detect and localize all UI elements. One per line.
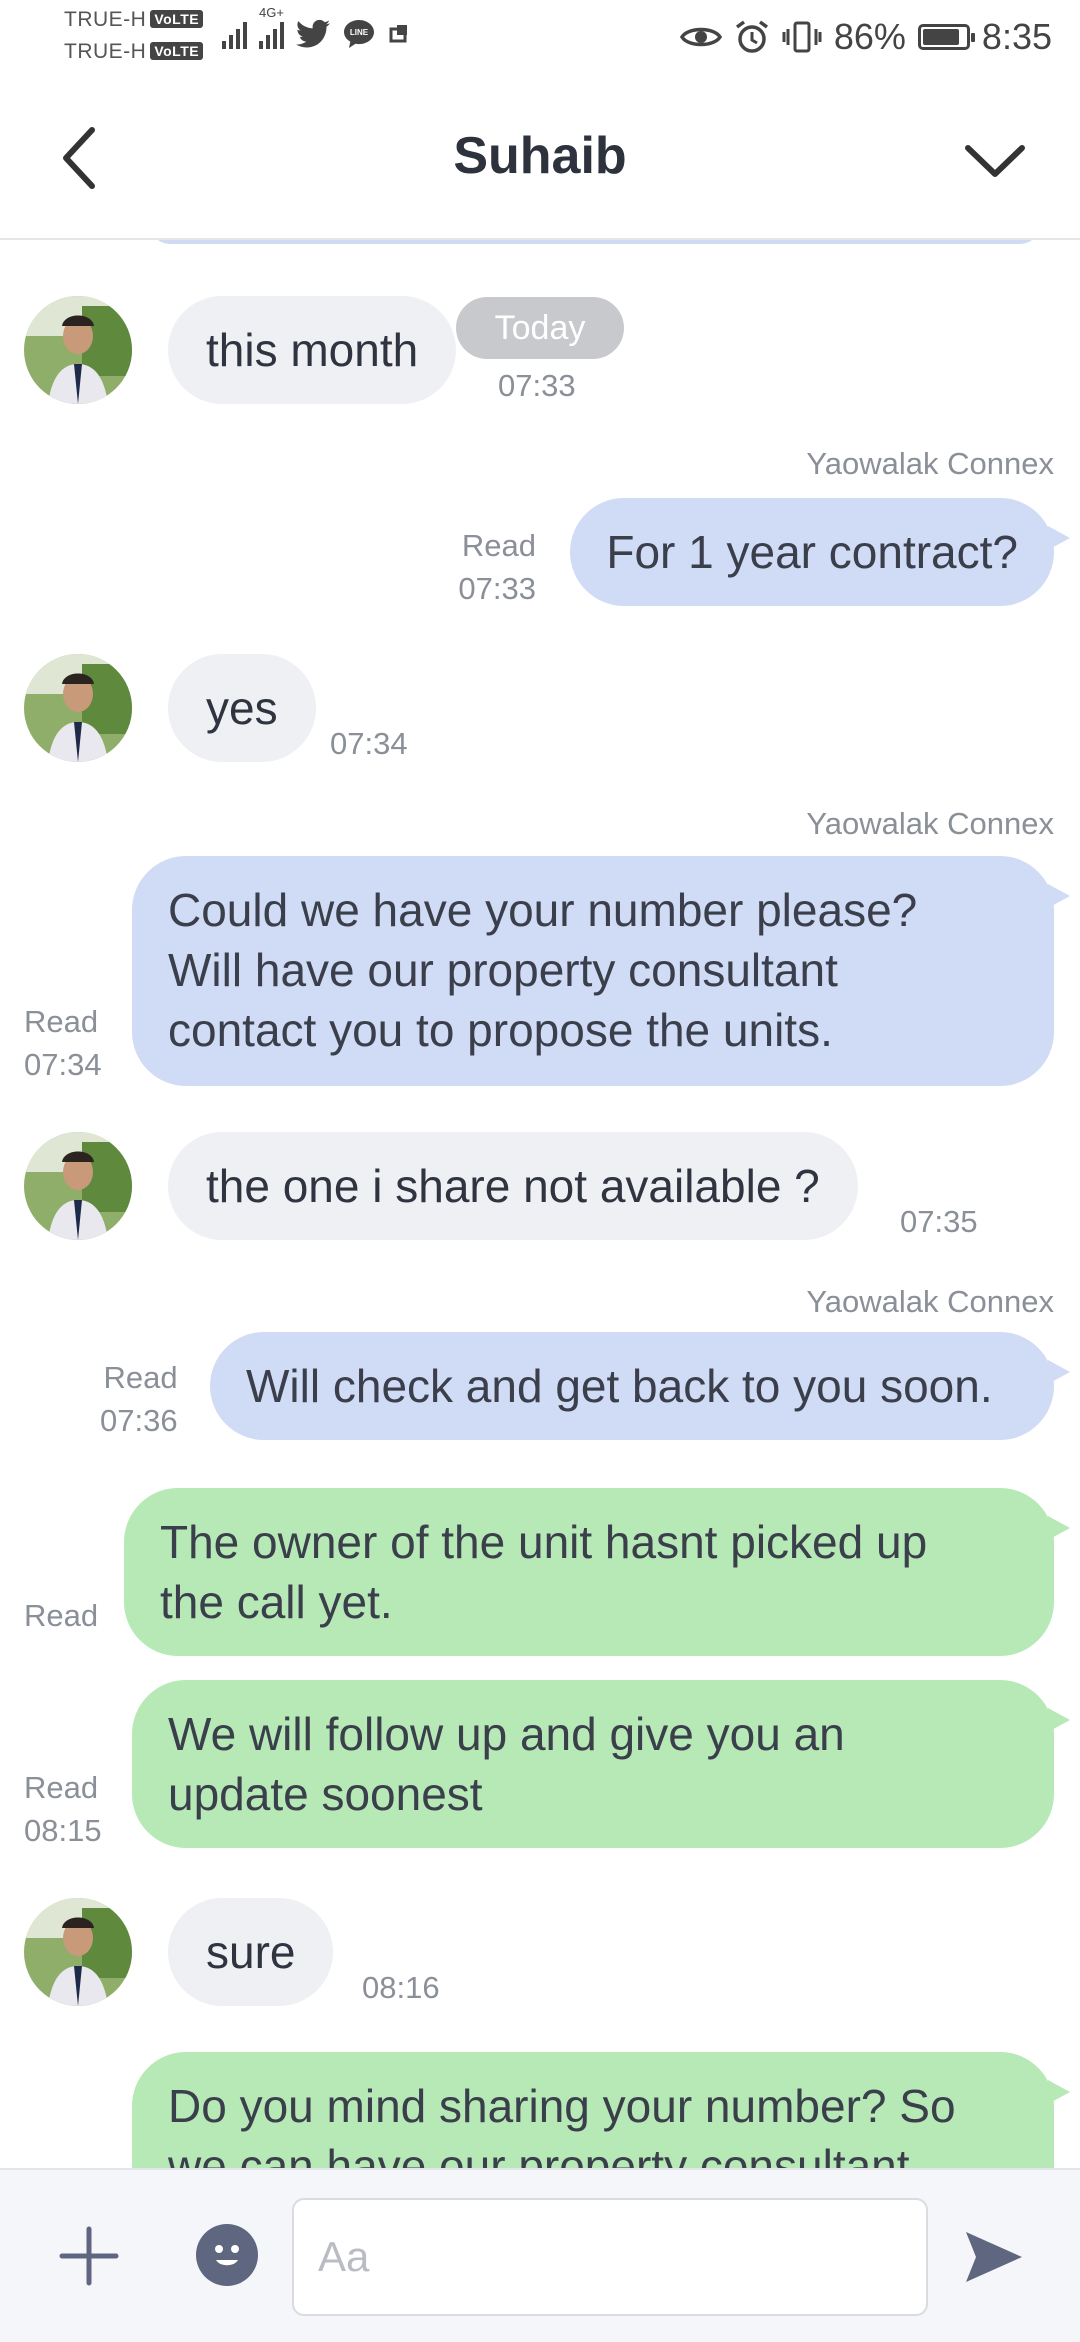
composer-bar: Aa [0,2168,1080,2342]
message-time: 07:35 [900,1204,978,1239]
incoming-message[interactable]: this month [168,296,457,404]
send-icon[interactable] [960,2224,1026,2290]
avatar[interactable] [24,296,132,404]
outgoing-message[interactable]: The owner of the unit hasnt picked up the… [124,1488,1070,1656]
read-receipt: Read 07:34 [24,1004,102,1082]
status-right: 86% 8:35 [679,12,1052,62]
battery-fill [922,29,959,45]
line-app-icon: LINE [344,20,374,48]
alarm-icon [735,20,768,53]
twitter-icon [296,19,330,48]
sender-name: Yaowalak Connex [806,1284,1054,1319]
svg-text:LINE: LINE [350,28,369,37]
incoming-message[interactable]: the one i share not available ? [168,1132,858,1240]
signal-icon [222,19,247,49]
status-bar: TRUE-H VoLTE TRUE-H VoLTE 4G+ LINE 86% 8:3… [0,0,1080,78]
signal-4g-icon: 4G+ [259,5,284,49]
incoming-message[interactable]: sure [168,1898,334,2006]
carrier-1: TRUE-H VoLTE [64,8,204,32]
chat-title: Suhaib [453,127,627,185]
message-time: 08:16 [362,1970,440,2005]
sender-name: Yaowalak Connex [806,446,1054,481]
incoming-message[interactable]: yes [168,654,316,762]
read-receipt: Read 07:36 [100,1360,178,1438]
read-receipt: Read 08:15 [24,1770,102,1848]
read-receipt: Read [24,1598,99,1633]
previous-message-edge [150,240,1040,244]
carrier-2: TRUE-H VoLTE [64,40,204,64]
avatar[interactable] [24,1132,132,1240]
outgoing-message[interactable]: Do you mind sharing your number? So we ca… [132,2052,1070,2168]
battery-icon [917,24,975,50]
status-icons: 4G+ LINE [222,5,410,54]
emoji-icon[interactable] [196,2224,258,2286]
avatar[interactable] [24,654,132,762]
date-badge: Today [456,297,624,359]
outgoing-message[interactable]: Could we have your number please? Will ha… [132,856,1070,1086]
clock: 8:35 [981,16,1052,57]
plus-icon[interactable] [58,2225,120,2287]
message-time: 07:33 [498,368,576,403]
message-time: 07:34 [330,726,408,761]
avatar[interactable] [24,1898,132,2006]
sync-icon [389,25,407,43]
chat-header: Suhaib [0,78,1080,240]
outgoing-message[interactable]: For 1 year contract? [570,498,1070,606]
battery-percent: 86% [833,16,906,57]
outgoing-message[interactable]: We will follow up and give you an update … [132,1680,1070,1848]
sender-name: Yaowalak Connex [806,806,1054,841]
message-input[interactable]: Aa [292,2198,928,2316]
chevron-down-icon[interactable] [960,130,1030,190]
read-receipt: Read 07:33 [458,528,536,606]
message-list[interactable]: this month Today 07:33 Yaowalak Connex R… [0,240,1080,2168]
vibrate-icon [782,21,822,53]
outgoing-message[interactable]: Will check and get back to you soon. [210,1332,1070,1440]
eye-icon [679,27,722,47]
